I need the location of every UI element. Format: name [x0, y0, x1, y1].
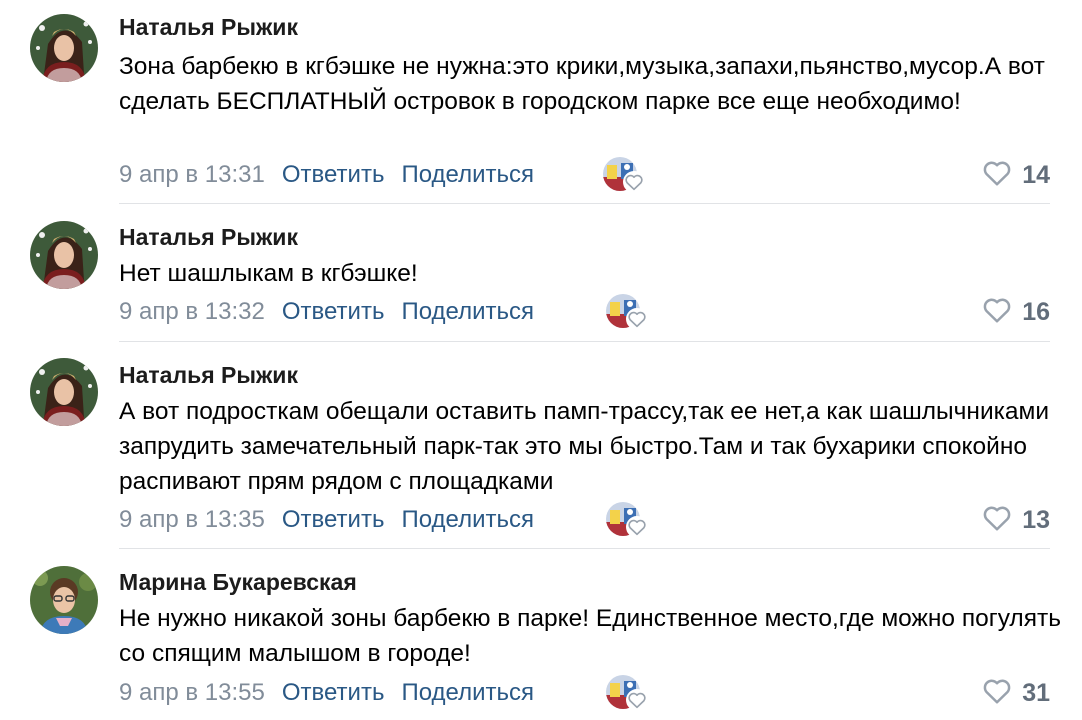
divider — [119, 203, 1050, 204]
comment-meta: 9 апр в 13:32 Ответить Поделиться — [119, 295, 551, 329]
liker-avatar[interactable] — [606, 294, 648, 330]
reply-button[interactable]: Ответить — [282, 161, 385, 189]
like-count: 14 — [1022, 160, 1050, 189]
share-button[interactable]: Поделиться — [401, 679, 534, 707]
like-button[interactable]: 14 — [982, 158, 1050, 192]
comment-author[interactable]: Наталья Рыжик — [119, 362, 298, 389]
reply-button[interactable]: Ответить — [282, 506, 385, 534]
reply-button[interactable]: Ответить — [282, 679, 385, 707]
liker-avatar[interactable] — [603, 157, 645, 193]
share-button[interactable]: Поделиться — [401, 506, 534, 534]
comment-author[interactable]: Наталья Рыжик — [119, 14, 298, 41]
like-button[interactable]: 13 — [982, 503, 1050, 537]
heart-icon — [626, 308, 648, 330]
comment-date[interactable]: 9 апр в 13:31 — [119, 161, 265, 189]
avatar[interactable] — [30, 14, 98, 82]
avatar[interactable] — [30, 566, 98, 634]
divider — [119, 548, 1050, 549]
comment-date[interactable]: 9 апр в 13:55 — [119, 679, 265, 707]
share-button[interactable]: Поделиться — [401, 298, 534, 326]
like-button[interactable]: 16 — [982, 295, 1050, 329]
like-count: 16 — [1022, 297, 1050, 326]
like-button[interactable]: 31 — [982, 676, 1050, 710]
heart-icon — [623, 171, 645, 193]
avatar[interactable] — [30, 221, 98, 289]
like-count: 31 — [1022, 678, 1050, 707]
like-count: 13 — [1022, 505, 1050, 534]
comment-author[interactable]: Марина Букаревская — [119, 569, 357, 596]
reply-button[interactable]: Ответить — [282, 298, 385, 326]
comment-text: А вот подросткам обещали оставить памп-т… — [119, 398, 1050, 495]
divider — [119, 341, 1050, 342]
share-button[interactable]: Поделиться — [401, 161, 534, 189]
comment-text: Зона барбекю в кгбэшке не нужна:это крик… — [119, 53, 1045, 115]
comment-text: Нет шашлыкам в кгбэшке! — [119, 260, 418, 287]
heart-icon — [982, 504, 1012, 537]
heart-icon — [626, 516, 648, 538]
comment-date[interactable]: 9 апр в 13:32 — [119, 298, 265, 326]
comment-meta: 9 апр в 13:31 Ответить Поделиться — [119, 158, 551, 192]
comment-meta: 9 апр в 13:55 Ответить Поделиться — [119, 676, 551, 710]
avatar[interactable] — [30, 358, 98, 426]
liker-avatar[interactable] — [606, 675, 648, 711]
comment-author[interactable]: Наталья Рыжик — [119, 224, 298, 251]
heart-icon — [982, 159, 1012, 192]
comment-date[interactable]: 9 апр в 13:35 — [119, 506, 265, 534]
liker-avatar[interactable] — [606, 502, 648, 538]
heart-icon — [982, 677, 1012, 710]
comment-meta: 9 апр в 13:35 Ответить Поделиться — [119, 503, 551, 537]
comment-text: Не нужно никакой зоны барбекю в парке! Е… — [119, 605, 1061, 667]
heart-icon — [626, 689, 648, 711]
heart-icon — [982, 296, 1012, 329]
